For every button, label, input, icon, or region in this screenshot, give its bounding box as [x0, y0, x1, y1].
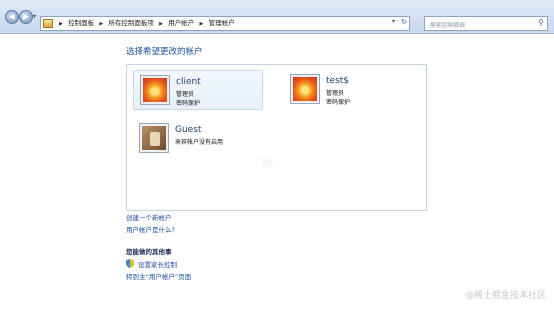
what-is-account-link[interactable]: 用户帐户是什么? [126, 224, 175, 234]
goto-user-accounts-link[interactable]: 转到主“用户帐户”页面 [126, 271, 191, 281]
main-content: 选择希望更改的帐户 client 管理员 密码保护 test$ 管理员 密码保护… [0, 35, 554, 312]
parental-controls-link[interactable]: 设置家长控制 [138, 259, 177, 269]
account-type: 管理员 [176, 91, 195, 98]
recent-pages-dropdown-icon[interactable]: ▾ [33, 13, 36, 20]
chevron-right-icon[interactable]: ▶ [199, 21, 203, 27]
shield-icon [126, 259, 134, 268]
account-picture [290, 74, 320, 104]
back-button[interactable]: ◀ [5, 10, 19, 24]
forward-button[interactable]: ▶ [19, 10, 33, 24]
account-name: test$ [326, 76, 350, 86]
account-tile-guest[interactable]: Guest 来宾帐户没有启用 [133, 119, 263, 159]
control-panel-icon [43, 19, 53, 28]
account-type: 管理员 [326, 90, 345, 97]
search-input[interactable]: 搜索控制面板 ⚲ [424, 16, 548, 31]
flower-avatar-icon [143, 78, 167, 102]
page-title: 选择希望更改的帐户 [126, 47, 203, 57]
address-dropdown-icon[interactable]: ▾ [392, 18, 395, 25]
account-tile-test[interactable]: test$ 管理员 密码保护 [284, 70, 414, 110]
chevron-right-icon[interactable]: ▶ [59, 21, 63, 27]
create-account-link[interactable]: 创建一个新帐户 [126, 212, 172, 222]
account-list: client 管理员 密码保护 test$ 管理员 密码保护 Guest 来宾帐… [126, 64, 427, 211]
breadcrumb-item[interactable]: 控制面板 [68, 19, 94, 27]
refresh-icon[interactable]: ↻ [401, 18, 407, 26]
briefcase-avatar-icon [142, 126, 166, 150]
search-icon[interactable]: ⚲ [538, 18, 544, 27]
watermark: @稀土掘金技术社区 [464, 291, 546, 301]
address-bar: ◀ ▶ ▾ ▶ 控制面板 ▶ 所有控制面板项 ▶ 用户帐户 ▶ 管理帐户 ▾ ↻… [0, 0, 554, 34]
search-placeholder: 搜索控制面板 [429, 22, 466, 29]
account-picture [140, 75, 170, 105]
account-status: 密码保护 [326, 99, 351, 106]
breadcrumb-item[interactable]: 所有控制面板项 [108, 19, 154, 27]
account-status: 密码保护 [176, 100, 201, 107]
account-picture [139, 123, 169, 153]
additional-tasks-heading: 您能做的其他事 [126, 248, 172, 256]
chevron-right-icon[interactable]: ▶ [159, 21, 163, 27]
chevron-right-icon[interactable]: ▶ [99, 21, 103, 27]
account-name: Guest [175, 125, 202, 135]
flower-avatar-icon [293, 77, 317, 101]
account-tile-client[interactable]: client 管理员 密码保护 [133, 70, 263, 110]
breadcrumb[interactable]: ▶ 控制面板 ▶ 所有控制面板项 ▶ 用户帐户 ▶ 管理帐户 ▾ ↻ [40, 16, 410, 31]
breadcrumb-item[interactable]: 管理帐户 [209, 19, 235, 27]
screen-glare [258, 155, 276, 169]
account-status: 来宾帐户没有启用 [175, 139, 224, 146]
account-name: client [176, 77, 201, 87]
breadcrumb-item[interactable]: 用户帐户 [168, 19, 194, 27]
